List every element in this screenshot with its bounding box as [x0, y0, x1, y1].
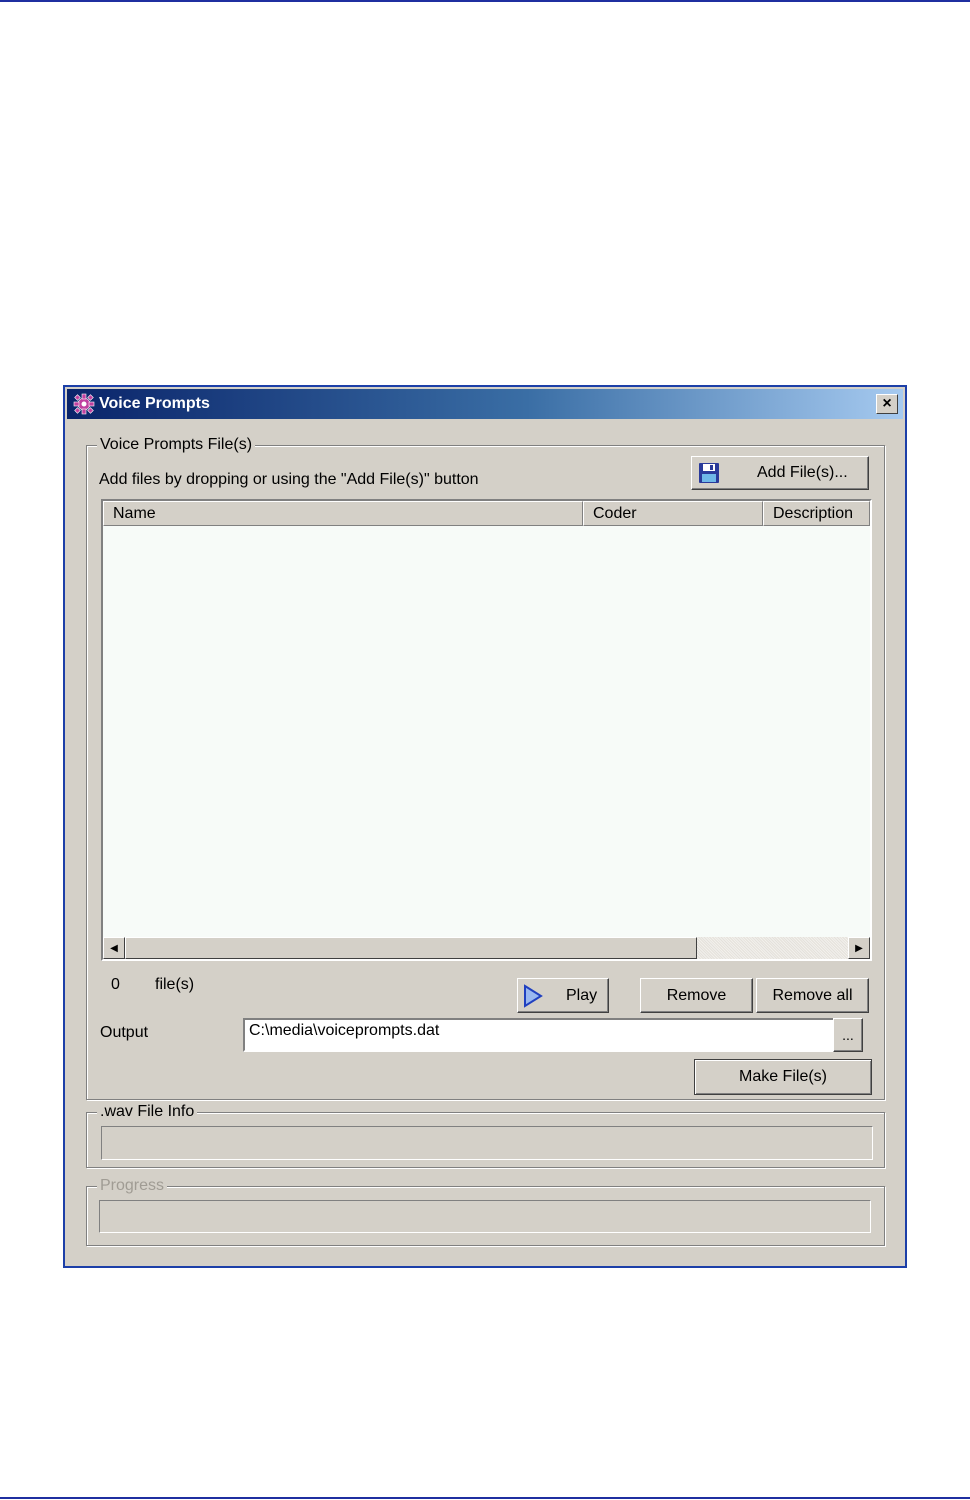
scroll-right-icon[interactable]: ▶: [848, 937, 870, 959]
voice-prompts-files-label: Voice Prompts File(s): [97, 436, 256, 454]
add-files-hint: Add files by dropping or using the "Add …: [99, 471, 479, 488]
wav-file-info-field: [101, 1126, 873, 1160]
file-count-label: file(s): [155, 976, 195, 993]
play-button[interactable]: Play: [517, 978, 609, 1013]
files-list[interactable]: Name Coder Description ◀ ▶: [101, 499, 872, 961]
add-files-button[interactable]: Add File(s)...: [691, 456, 869, 490]
output-label: Output: [100, 1024, 149, 1041]
add-files-label: Add File(s)...: [757, 464, 848, 481]
window-title: Voice Prompts: [99, 395, 210, 412]
scroll-thumb[interactable]: [125, 937, 697, 959]
play-label: Play: [566, 986, 598, 1004]
close-icon: ×: [882, 395, 892, 412]
gear-icon: [73, 393, 95, 415]
column-header-description[interactable]: Description: [763, 501, 870, 526]
file-count: 0: [111, 976, 120, 993]
browse-button[interactable]: ...: [833, 1018, 863, 1052]
progress-label: Progress: [97, 1177, 168, 1195]
play-icon: [524, 983, 543, 1008]
remove-all-button[interactable]: Remove all: [756, 978, 869, 1013]
progress-group: Progress: [86, 1177, 885, 1246]
wav-file-info-label: .wav File Info: [97, 1103, 198, 1121]
voice-prompts-dialog: Voice Prompts × Voice Prompts File(s) Ad…: [63, 385, 907, 1268]
column-header-name[interactable]: Name: [103, 501, 583, 526]
close-button[interactable]: ×: [876, 394, 898, 414]
title-bar[interactable]: Voice Prompts ×: [67, 389, 903, 419]
scroll-left-icon[interactable]: ◀: [103, 937, 125, 959]
output-path-field[interactable]: C:\media\voiceprompts.dat: [243, 1018, 835, 1052]
floppy-disk-icon: [699, 463, 719, 483]
horizontal-scrollbar[interactable]: ◀ ▶: [103, 937, 870, 959]
page-top-rule: [0, 0, 970, 2]
progress-bar: [99, 1200, 871, 1233]
list-header: Name Coder Description: [103, 501, 870, 526]
make-files-button[interactable]: Make File(s): [694, 1059, 872, 1095]
page-bottom-rule: [0, 1497, 970, 1499]
wav-file-info-group: .wav File Info: [86, 1103, 885, 1168]
remove-button[interactable]: Remove: [640, 978, 753, 1013]
column-header-coder[interactable]: Coder: [583, 501, 763, 526]
